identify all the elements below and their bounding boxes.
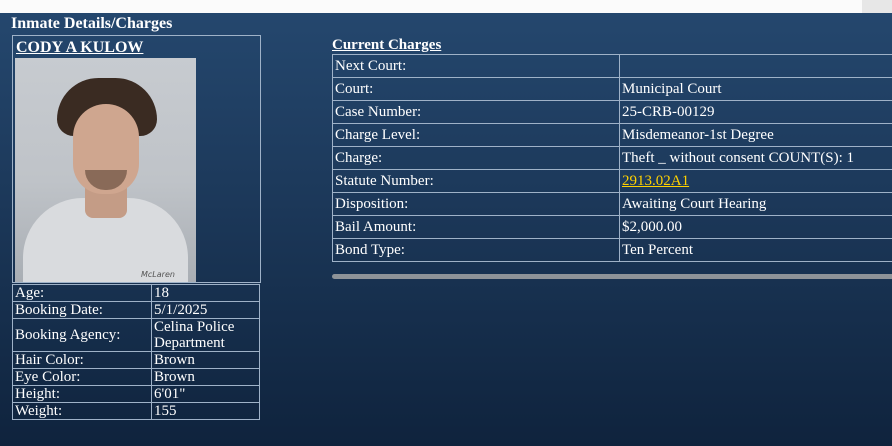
charge-value-statute-cell: 2913.02A1 <box>619 169 892 193</box>
table-row: Age: 18 <box>12 284 260 302</box>
mugshot-photo: McLaren <box>15 58 196 282</box>
charges-table: Next Court: Court: Municipal Court Case N… <box>332 54 892 262</box>
inmate-name[interactable]: CODY A KULOW <box>16 39 143 57</box>
horizontal-scrollbar[interactable] <box>332 274 892 279</box>
charge-value-case-number: 25-CRB-00129 <box>619 100 892 124</box>
current-charges-title: Current Charges <box>332 37 442 53</box>
detail-value-height: 6'01" <box>151 385 260 403</box>
table-row: Bond Type: Ten Percent <box>332 238 892 262</box>
detail-value-booking-agency: Celina Police Department <box>151 318 260 352</box>
detail-label-hair-color: Hair Color: <box>12 351 152 369</box>
table-row: Disposition: Awaiting Court Hearing <box>332 192 892 216</box>
detail-value-eye-color: Brown <box>151 368 260 386</box>
detail-label-eye-color: Eye Color: <box>12 368 152 386</box>
inmate-card: CODY A KULOW McLaren <box>12 35 261 283</box>
table-row: Booking Date: 5/1/2025 <box>12 301 260 319</box>
detail-label-booking-agency: Booking Agency: <box>12 318 152 352</box>
hoodie-logo: McLaren <box>141 270 175 279</box>
detail-value-weight: 155 <box>151 402 260 420</box>
detail-label-height: Height: <box>12 385 152 403</box>
top-bar-shade <box>862 0 892 13</box>
detail-label-booking-date: Booking Date: <box>12 301 152 319</box>
table-row: Next Court: <box>332 54 892 78</box>
charge-label-court: Court: <box>332 77 620 101</box>
statute-number-link[interactable]: 2913.02A1 <box>622 173 689 189</box>
charge-label-bond-type: Bond Type: <box>332 238 620 262</box>
table-row: Eye Color: Brown <box>12 368 260 386</box>
charge-value-bond-type: Ten Percent <box>619 238 892 262</box>
table-row: Hair Color: Brown <box>12 351 260 369</box>
table-row: Case Number: 25-CRB-00129 <box>332 100 892 124</box>
detail-value-age: 18 <box>151 284 260 302</box>
detail-value-hair-color: Brown <box>151 351 260 369</box>
charge-label-next-court: Next Court: <box>332 54 620 78</box>
charge-label-disposition: Disposition: <box>332 192 620 216</box>
charge-value-charge: Theft _ without consent COUNT(S): 1 <box>619 146 892 170</box>
charge-label-charge: Charge: <box>332 146 620 170</box>
charge-label-bail-amount: Bail Amount: <box>332 215 620 239</box>
table-row: Weight: 155 <box>12 402 260 420</box>
table-row: Court: Municipal Court <box>332 77 892 101</box>
inmate-details-table: Age: 18 Booking Date: 5/1/2025 Booking Age… <box>12 284 260 420</box>
charge-value-court: Municipal Court <box>619 77 892 101</box>
detail-label-age: Age: <box>12 284 152 302</box>
charge-value-next-court <box>619 54 892 78</box>
top-bar <box>0 0 892 13</box>
table-row: Height: 6'01" <box>12 385 260 403</box>
section-title: Inmate Details/Charges <box>11 15 173 32</box>
table-row: Bail Amount: $2,000.00 <box>332 215 892 239</box>
table-row: Charge: Theft _ without consent COUNT(S):… <box>332 146 892 170</box>
charge-value-disposition: Awaiting Court Hearing <box>619 192 892 216</box>
charge-value-bail-amount: $2,000.00 <box>619 215 892 239</box>
charge-value-charge-level: Misdemeanor-1st Degree <box>619 123 892 147</box>
detail-value-booking-date: 5/1/2025 <box>151 301 260 319</box>
table-row: Booking Agency: Celina Police Department <box>12 318 260 352</box>
charge-label-case-number: Case Number: <box>332 100 620 124</box>
table-row: Charge Level: Misdemeanor-1st Degree <box>332 123 892 147</box>
charge-label-statute-number: Statute Number: <box>332 169 620 193</box>
detail-label-weight: Weight: <box>12 402 152 420</box>
charge-label-charge-level: Charge Level: <box>332 123 620 147</box>
table-row: Statute Number: 2913.02A1 <box>332 169 892 193</box>
